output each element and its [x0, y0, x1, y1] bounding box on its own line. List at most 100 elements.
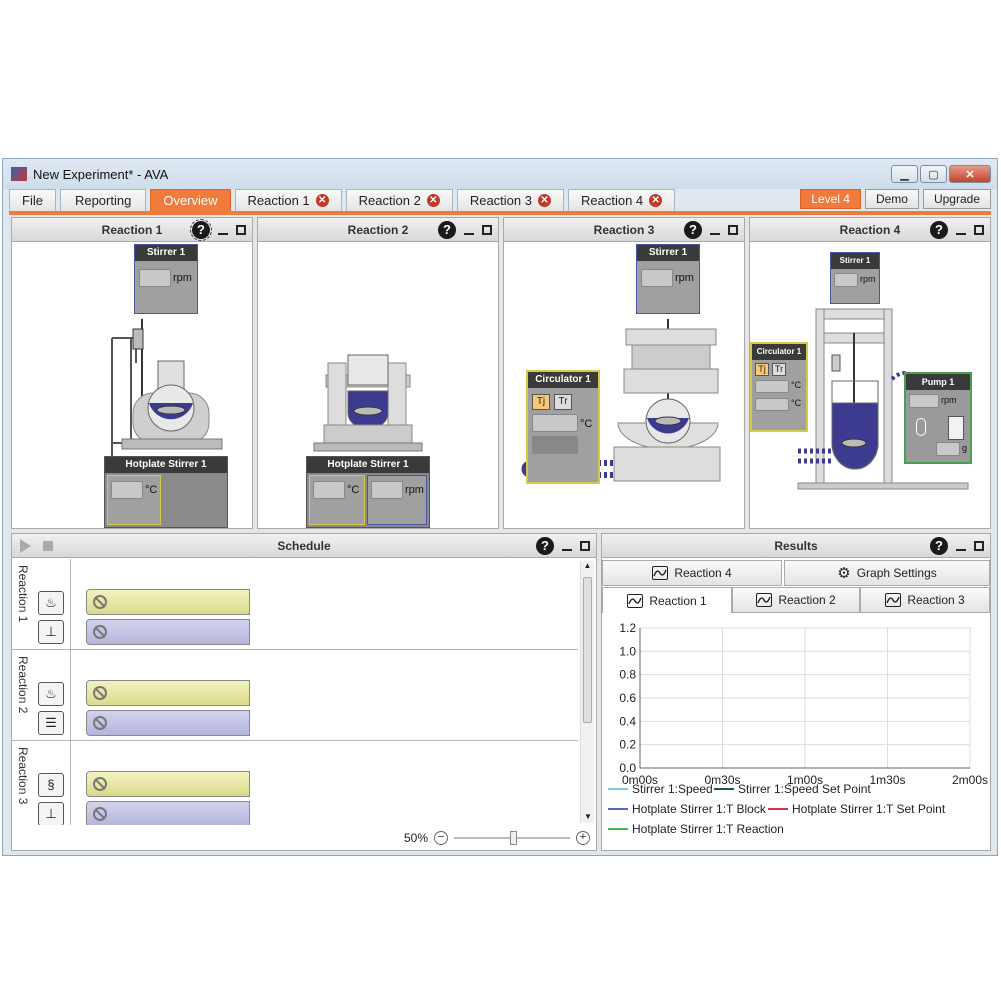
chart-wave-icon — [756, 593, 773, 607]
help-icon[interactable]: ? — [930, 221, 948, 239]
close-button[interactable]: ✕ — [949, 165, 991, 183]
unit-label: rpm — [173, 272, 192, 284]
tab-label: Reaction 4 — [674, 566, 732, 580]
hotplate-stirrer-icon[interactable]: ☰ — [38, 711, 64, 735]
tab-results-reaction-3[interactable]: Reaction 3 — [860, 587, 990, 613]
stirrer-speed-input[interactable] — [641, 269, 673, 287]
tj-toggle[interactable]: Tj — [755, 363, 769, 376]
mass-input[interactable] — [936, 442, 960, 456]
reaction-4-panel: Reaction 4 ? Stirrer 1 rpm Circulator 1 … — [749, 217, 991, 529]
stirrer-1-device[interactable]: Stirrer 1 rpm — [636, 244, 700, 314]
circulator-icon[interactable]: § — [38, 773, 64, 797]
tab-results-reaction-2[interactable]: Reaction 2 — [732, 587, 860, 613]
maximize-icon[interactable] — [974, 541, 984, 551]
maximize-icon[interactable] — [236, 225, 246, 235]
demo-button[interactable]: Demo — [864, 189, 919, 209]
legend-label: Hotplate Stirrer 1:T Set Point — [792, 802, 946, 816]
hotplate-stirrer-1-device[interactable]: Hotplate Stirrer 1 °C — [104, 456, 228, 528]
close-tab-icon[interactable]: ✕ — [315, 194, 329, 207]
hotplate-icon[interactable]: ♨ — [38, 591, 64, 615]
level-button[interactable]: Level 4 — [800, 189, 861, 209]
stop-icon[interactable] — [43, 541, 53, 551]
close-tab-icon[interactable]: ✕ — [426, 194, 440, 207]
tab-reaction-2[interactable]: Reaction 2 ✕ — [345, 189, 453, 211]
tab-reporting[interactable]: Reporting — [59, 189, 147, 211]
stirrer-1-device[interactable]: Stirrer 1 rpm — [830, 252, 880, 304]
maximize-icon[interactable] — [580, 541, 590, 551]
hotplate-icon[interactable]: ♨ — [38, 682, 64, 706]
hotplate-schedule-bar[interactable] — [86, 589, 250, 615]
help-icon[interactable]: ? — [536, 537, 554, 555]
schedule-row: Reaction 2 ♨ ☰ — [12, 650, 578, 741]
minimize-icon[interactable] — [562, 549, 572, 551]
stirrer-speed-input[interactable] — [139, 269, 171, 287]
temperature-input[interactable] — [313, 481, 345, 499]
temperature-input[interactable] — [532, 414, 578, 432]
hotplate-schedule-bar[interactable] — [86, 680, 250, 706]
tr-toggle[interactable]: Tr — [554, 394, 572, 410]
pump-1-device[interactable]: Pump 1 rpm g — [904, 372, 972, 464]
scrollbar-thumb[interactable] — [583, 577, 592, 723]
help-icon[interactable]: ? — [684, 221, 702, 239]
tj-toggle[interactable]: Tj — [532, 394, 550, 410]
stirrer-icon[interactable]: ⊥ — [38, 802, 64, 825]
stirrer-1-device[interactable]: Stirrer 1 rpm — [134, 244, 198, 314]
stirrer-schedule-bar[interactable] — [86, 619, 250, 645]
graph-settings-button[interactable]: ⚙ Graph Settings — [784, 560, 990, 586]
stirrer-schedule-bar[interactable] — [86, 710, 250, 736]
minimize-icon[interactable] — [464, 233, 474, 235]
stirrer-icon[interactable]: ⊥ — [38, 620, 64, 644]
circulator-1-device[interactable]: Circulator 1 Tj Tr °C °C — [750, 342, 808, 432]
temperature-input[interactable] — [111, 481, 143, 499]
disabled-icon — [93, 777, 107, 791]
tr-toggle[interactable]: Tr — [772, 363, 786, 376]
help-icon[interactable]: ? — [438, 221, 456, 239]
zoom-slider[interactable] — [454, 831, 570, 845]
play-icon[interactable] — [20, 539, 31, 553]
scroll-up-icon[interactable]: ▲ — [581, 561, 594, 570]
help-icon[interactable]: ? — [190, 219, 212, 241]
device-title: Hotplate Stirrer 1 — [105, 457, 227, 473]
upgrade-button[interactable]: Upgrade — [922, 189, 991, 209]
legend-swatch — [608, 808, 628, 810]
help-icon[interactable]: ? — [930, 537, 948, 555]
tab-results-reaction-1[interactable]: Reaction 1 — [602, 587, 732, 613]
tab-reaction-1[interactable]: Reaction 1 ✕ — [234, 189, 342, 211]
unit-label: °C — [580, 418, 593, 430]
maximize-button[interactable]: ▢ — [920, 165, 947, 183]
stirrer-speed-input[interactable] — [834, 273, 858, 287]
maximize-icon[interactable] — [482, 225, 492, 235]
minimize-icon[interactable] — [956, 233, 966, 235]
row-label: Reaction 2 — [16, 656, 30, 714]
circulator-1-device[interactable]: Circulator 1 Tj Tr °C — [526, 370, 600, 484]
minimize-button[interactable]: ▁ — [891, 165, 918, 183]
disabled-icon — [93, 686, 107, 700]
tab-results-reaction-4[interactable]: Reaction 4 — [602, 560, 782, 586]
stirrer-schedule-bar[interactable] — [86, 801, 250, 825]
hotplate-stirrer-1-device[interactable]: Hotplate Stirrer 1 °C rpm — [306, 456, 430, 528]
tab-overview[interactable]: Overview — [150, 189, 231, 211]
zoom-slider-thumb[interactable] — [510, 831, 517, 845]
tab-file[interactable]: File — [9, 189, 56, 211]
temperature-setpoint-input[interactable] — [755, 398, 789, 411]
circulator-schedule-bar[interactable] — [86, 771, 250, 797]
legend-swatch — [768, 808, 788, 810]
minimize-icon[interactable] — [218, 233, 228, 235]
maximize-icon[interactable] — [974, 225, 984, 235]
schedule-row: Reaction 1 ♨ ⊥ — [12, 559, 578, 650]
minimize-icon[interactable] — [710, 233, 720, 235]
tab-reaction-4[interactable]: Reaction 4 ✕ — [567, 189, 676, 211]
close-tab-icon[interactable]: ✕ — [649, 194, 663, 207]
speed-input[interactable] — [371, 481, 403, 499]
zoom-out-icon[interactable]: − — [434, 831, 448, 845]
temperature-input[interactable] — [755, 380, 789, 393]
minimize-icon[interactable] — [956, 549, 966, 551]
vertical-scrollbar[interactable]: ▲ ▼ — [580, 561, 594, 823]
pump-speed-input[interactable] — [909, 394, 939, 408]
legend-swatch — [714, 788, 734, 790]
close-tab-icon[interactable]: ✕ — [537, 194, 551, 207]
maximize-icon[interactable] — [728, 225, 738, 235]
tab-reaction-3[interactable]: Reaction 3 ✕ — [456, 189, 564, 211]
scroll-down-icon[interactable]: ▼ — [581, 812, 595, 821]
zoom-in-icon[interactable]: + — [576, 831, 590, 845]
